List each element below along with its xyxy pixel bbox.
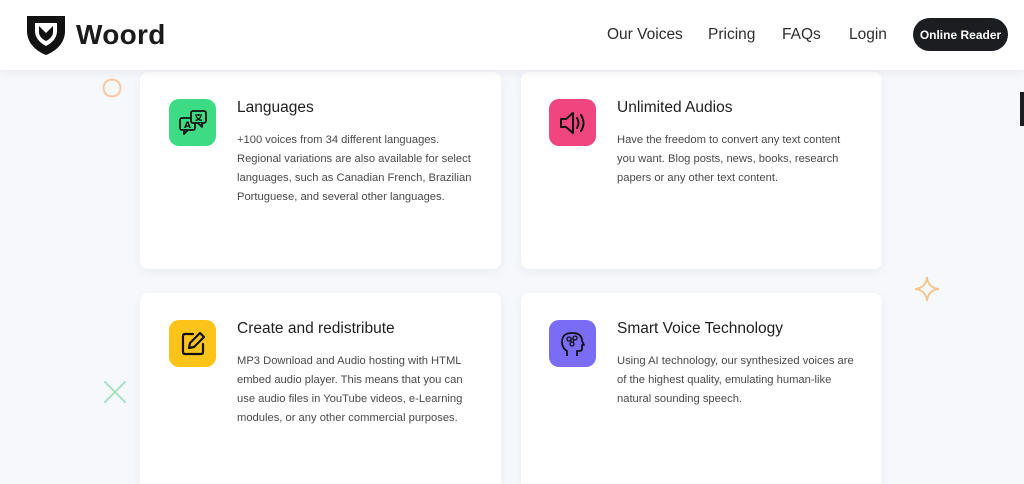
card-description: Using AI technology, our synthesized voi… (617, 355, 854, 405)
card-title: Languages (237, 99, 314, 116)
translate-icon: A (178, 109, 207, 135)
site-header: Woord Our Voices Pricing FAQs Login Onli… (0, 0, 1024, 70)
feature-card-unlimited-audios: Unlimited Audios Have the freedom to con… (521, 72, 882, 269)
card-title: Create and redistribute (237, 320, 395, 337)
edit-icon (181, 331, 205, 355)
ai-head-icon (560, 331, 585, 356)
feature-card-create-redistribute: Create and redistribute MP3 Download and… (140, 293, 501, 484)
card-title: Unlimited Audios (617, 99, 733, 116)
circle-decoration-icon (102, 78, 122, 98)
diamond-star-decoration-icon (914, 276, 940, 302)
nav-pricing[interactable]: Pricing (708, 25, 755, 45)
nav-faqs[interactable]: FAQs (782, 25, 821, 45)
brand-name: Woord (76, 19, 166, 50)
languages-icon-box: A (169, 99, 216, 146)
brand-logo[interactable]: Woord (24, 13, 166, 57)
create-icon-box (169, 320, 216, 367)
card-description: MP3 Download and Audio hosting with HTML… (237, 355, 463, 424)
card-title: Smart Voice Technology (617, 320, 784, 337)
card-description: Have the freedom to convert any text con… (617, 134, 841, 184)
smart-voice-icon-box (549, 320, 596, 367)
cross-decoration-icon (104, 381, 126, 403)
speaker-icon (559, 111, 584, 134)
svg-text:A: A (184, 121, 191, 131)
nav-login[interactable]: Login (849, 25, 887, 45)
feature-card-smart-voice: Smart Voice Technology Using AI technolo… (521, 293, 882, 484)
audios-icon-box (549, 99, 596, 146)
online-reader-button[interactable]: Online Reader (913, 18, 1008, 51)
scrollbar-thumb[interactable] (1020, 92, 1024, 126)
shield-logo-icon (27, 16, 65, 55)
card-description: +100 voices from 34 different languages.… (237, 134, 472, 203)
feature-card-languages: A Languages +100 voices from 34 differen… (140, 72, 501, 269)
nav-our-voices[interactable]: Our Voices (607, 25, 683, 45)
